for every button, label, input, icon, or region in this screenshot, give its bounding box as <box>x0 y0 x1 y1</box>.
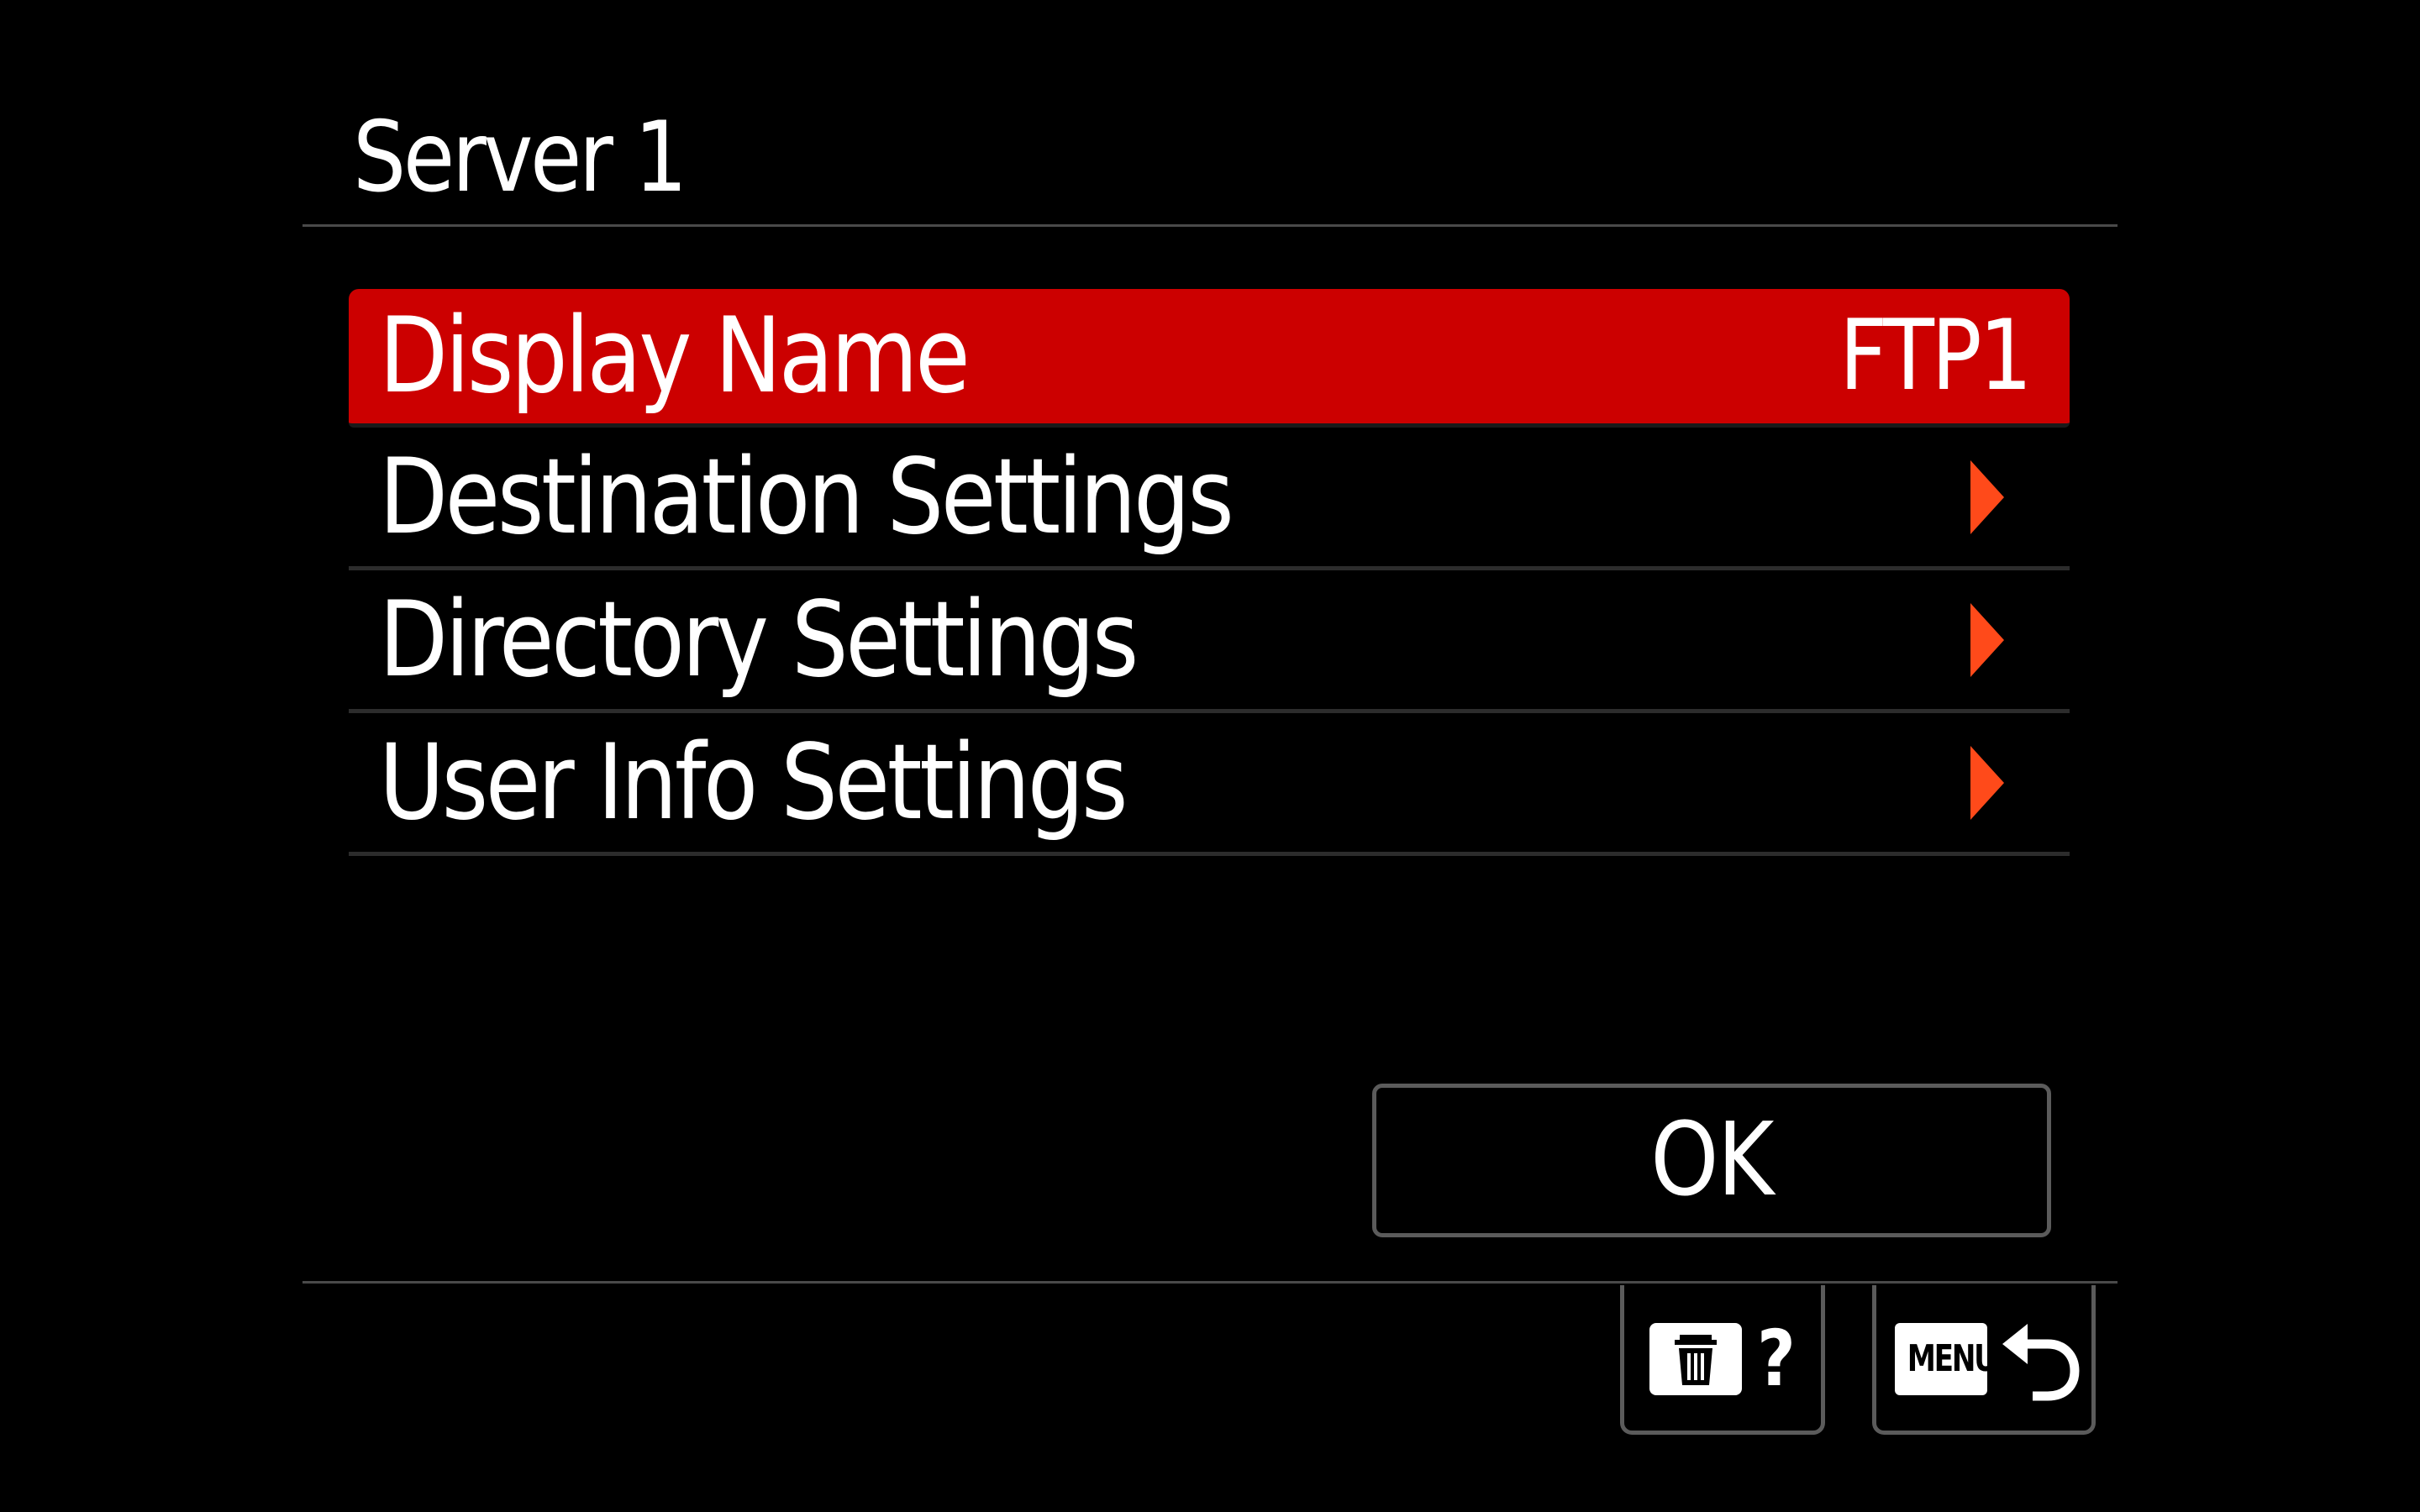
menu-button-label: MENU <box>1907 1337 1987 1380</box>
return-arrow-icon <box>2002 1324 2080 1401</box>
ok-button-label: OK <box>1650 1101 1774 1219</box>
screen-title: Server 1 <box>353 101 687 214</box>
delete-help-softkey[interactable]: ? <box>1620 1285 1825 1435</box>
chevron-right-icon <box>1970 745 2004 820</box>
menu-item-label: Directory Settings <box>379 579 1139 701</box>
menu-item-value: FTP1 <box>1839 299 2033 412</box>
menu-item-user-info-settings[interactable]: User Info Settings <box>349 713 2070 856</box>
menu-item-label: Display Name <box>379 296 971 417</box>
menu-list: Display Name FTP1 Destination Settings D… <box>349 289 2070 856</box>
trash-icon-graphic <box>1675 1335 1717 1385</box>
menu-button-badge: MENU <box>1895 1323 1987 1395</box>
menu-item-label: Destination Settings <box>379 436 1234 558</box>
menu-item-destination-settings[interactable]: Destination Settings <box>349 428 2070 570</box>
chevron-right-icon <box>1970 459 2004 534</box>
menu-item-display-name[interactable]: Display Name FTP1 <box>349 289 2070 428</box>
chevron-right-icon <box>1970 602 2004 677</box>
menu-item-directory-settings[interactable]: Directory Settings <box>349 570 2070 713</box>
menu-back-softkey[interactable]: MENU <box>1872 1285 2096 1435</box>
trash-icon <box>1649 1323 1742 1395</box>
camera-menu-screen: Server 1 Display Name FTP1 Destination S… <box>0 0 2420 1512</box>
title-divider <box>302 224 2118 227</box>
help-icon: ? <box>1757 1314 1796 1404</box>
footer-divider <box>302 1281 2118 1284</box>
ok-button[interactable]: OK <box>1372 1084 2051 1237</box>
menu-item-label: User Info Settings <box>379 722 1128 843</box>
